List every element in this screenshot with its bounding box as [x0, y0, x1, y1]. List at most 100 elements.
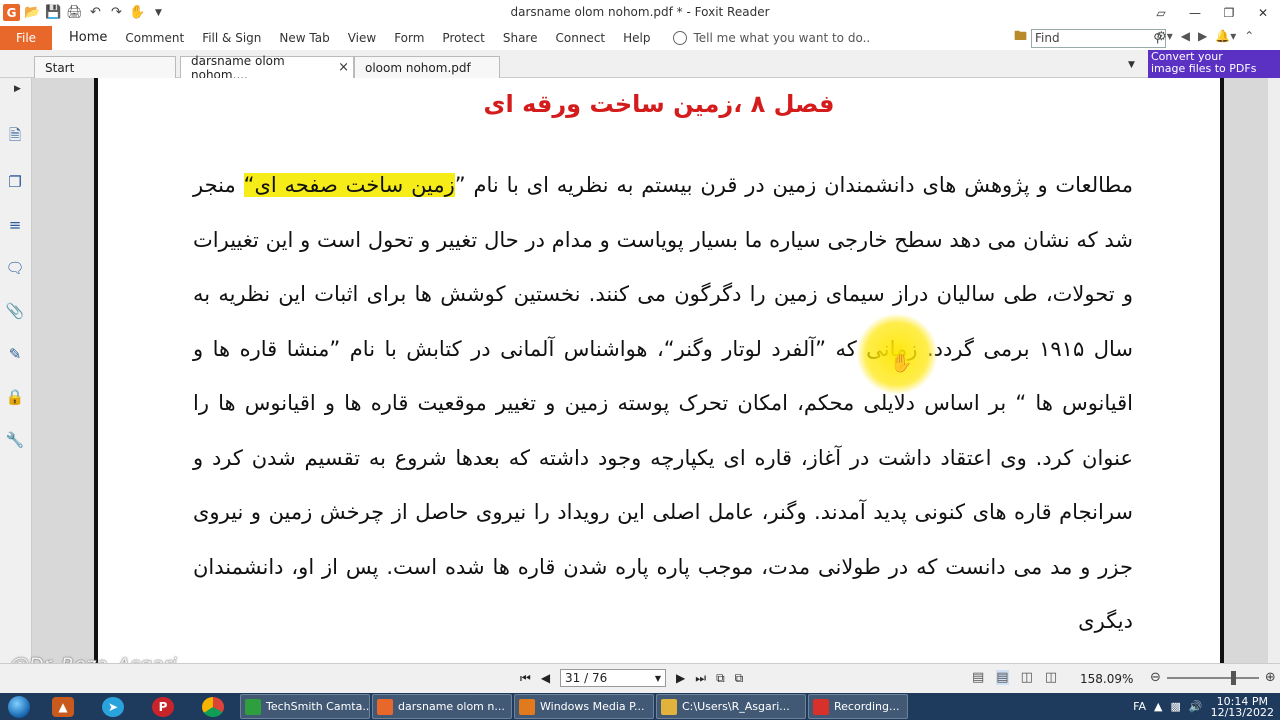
page-thumbnails-icon[interactable]: ❐ — [4, 171, 26, 193]
language-indicator[interactable]: FA — [1133, 700, 1146, 713]
matlab-icon: ▲ — [52, 696, 74, 717]
tab-home[interactable]: Home — [60, 25, 116, 50]
print-icon[interactable]: 🖨 — [66, 4, 83, 21]
page-dropdown-icon[interactable]: ▼ — [655, 674, 661, 683]
next-view-icon[interactable]: ⧉ — [735, 671, 744, 686]
undo-icon[interactable]: ↶ — [87, 4, 104, 21]
next-icon[interactable]: ▶ — [1198, 29, 1207, 43]
matlab-taskbar-icon[interactable]: ▲ — [38, 693, 88, 720]
notification-bell-icon[interactable]: 🔔▾ — [1215, 29, 1236, 43]
p-app-icon: P — [152, 696, 174, 717]
save-icon[interactable]: 💾 — [45, 4, 62, 21]
task-recording[interactable]: Recording... — [808, 694, 908, 719]
windows-orb-icon — [8, 695, 30, 718]
tab-view[interactable]: View — [339, 25, 385, 50]
lightbulb-icon — [673, 30, 688, 45]
chrome-taskbar-icon[interactable] — [188, 693, 238, 720]
zoom-level[interactable]: 158.09% — [1080, 672, 1133, 686]
layers-icon[interactable]: ≡ — [4, 214, 26, 236]
last-page-icon[interactable]: ⏭ — [695, 671, 706, 686]
tab-darsname-document[interactable]: darsname olom nohom.... × — [180, 54, 354, 82]
close-button[interactable]: ✕ — [1246, 0, 1280, 25]
tab-fill-sign[interactable]: Fill & Sign — [193, 25, 270, 50]
tab-connect[interactable]: Connect — [547, 25, 615, 50]
customize-dropdown-icon[interactable]: ▼ — [150, 4, 167, 21]
expand-sidebar-icon[interactable]: ▶ — [14, 84, 21, 94]
tab-comment[interactable]: Comment — [116, 25, 193, 50]
tab-form[interactable]: Form — [385, 25, 433, 50]
convert-promo-banner[interactable]: Convert your image files to PDFs — [1148, 50, 1280, 78]
tell-me-box[interactable]: Tell me what you want to do.. — [673, 30, 870, 45]
paragraph-start: مطالعات و پژوهش های دانشمندان زمین در قر… — [454, 173, 1133, 197]
hand-tool-icon[interactable]: ✋ — [129, 4, 146, 21]
file-menu-button[interactable]: File — [0, 25, 52, 50]
previous-page-icon[interactable]: ◀ — [541, 671, 550, 685]
continuous-view-icon[interactable]: ▤ — [996, 670, 1009, 685]
clock[interactable]: 10:14 PM 12/13/2022 — [1211, 696, 1274, 718]
ribbon-toggle-icon[interactable]: ▱ — [1144, 0, 1178, 25]
status-bar: ⏮ ◀ 31 / 76 ▼ ▶ ⏭ ⧉ ⧉ ▤ ▤ ◫ ◫ 158.09% ⊖ … — [0, 663, 1280, 693]
open-folder-icon[interactable]: 📂 — [24, 4, 41, 21]
zoom-slider[interactable] — [1166, 670, 1259, 685]
find-input[interactable]: Find ⚲ — [1031, 28, 1167, 48]
comments-panel-icon[interactable]: 🗨 — [4, 257, 26, 279]
bookmark-panel-icon[interactable]: 🗎 — [4, 126, 26, 148]
zoom-in-icon[interactable]: ⊕ — [1265, 670, 1276, 685]
recording-icon — [813, 698, 829, 715]
previous-view-icon[interactable]: ⧉ — [716, 671, 725, 686]
attachments-icon[interactable]: 📎 — [4, 300, 26, 322]
task-foxit-label: darsname olom n... — [398, 700, 505, 713]
first-page-icon[interactable]: ⏮ — [520, 671, 531, 686]
highlighted-term: زمین ساخت صفحه ای“ — [243, 173, 455, 197]
task-media-player[interactable]: Windows Media P... — [514, 694, 654, 719]
facing-view-icon[interactable]: ◫ — [1021, 670, 1033, 685]
settings-icon[interactable]: ⚙▾ — [1156, 29, 1173, 43]
task-foxit[interactable]: darsname olom n... — [372, 694, 512, 719]
tray-expand-icon[interactable]: ▲ — [1154, 700, 1162, 713]
tools-icon[interactable]: 🔧 — [4, 429, 26, 451]
tab-help[interactable]: Help — [614, 25, 659, 50]
ribbon-right-icons: ⚙▾ ◀ ▶ 🔔▾ ⌃ — [1156, 29, 1254, 43]
zoom-out-icon[interactable]: ⊖ — [1150, 670, 1161, 685]
tab-oloom-document[interactable]: oloom nohom.pdf — [354, 56, 500, 78]
start-button[interactable] — [0, 693, 38, 720]
continuous-facing-view-icon[interactable]: ◫ — [1045, 670, 1057, 685]
single-page-view-icon[interactable]: ▤ — [972, 670, 984, 685]
tab-protect[interactable]: Protect — [433, 25, 493, 50]
page-layout-buttons: ▤ ▤ ◫ ◫ — [972, 670, 1057, 685]
volume-icon[interactable]: 🔊 — [1189, 700, 1203, 713]
p-app-taskbar-icon[interactable]: P — [138, 693, 188, 720]
tab-start[interactable]: Start — [34, 56, 176, 78]
page-number-input[interactable]: 31 / 76 ▼ — [560, 669, 667, 687]
security-lock-icon[interactable]: 🔒 — [4, 386, 26, 408]
restore-button[interactable]: ❐ — [1212, 0, 1246, 25]
signature-panel-icon[interactable]: ✎ — [4, 343, 26, 365]
telegram-taskbar-icon[interactable]: ➤ — [88, 693, 138, 720]
tab-close-icon[interactable]: × — [338, 60, 349, 75]
minimize-button[interactable]: — — [1178, 0, 1212, 25]
redo-icon[interactable]: ↷ — [108, 4, 125, 21]
window-controls: ▱ — ❐ ✕ — [1144, 0, 1280, 25]
navigation-sidebar: ▶ 🗎 ❐ ≡ 🗨 📎 ✎ 🔒 🔧 — [0, 78, 32, 663]
zoom-slider-knob[interactable] — [1230, 670, 1236, 685]
tab-list-dropdown-icon[interactable]: ▼ — [1128, 60, 1135, 70]
collapse-ribbon-icon[interactable]: ⌃ — [1244, 29, 1254, 43]
folder-search-icon[interactable]: 🖿 — [1014, 27, 1027, 49]
network-icon[interactable]: ▩ — [1170, 700, 1180, 713]
zoom-controls: ⊖ ⊕ — [1150, 670, 1276, 685]
task-camtasia[interactable]: TechSmith Camta... — [240, 694, 370, 719]
hand-cursor-icon: ✋ — [890, 353, 913, 374]
tab-share[interactable]: Share — [494, 25, 547, 50]
clock-time: 10:14 PM — [1216, 694, 1268, 708]
windows-taskbar: ▲ ➤ P TechSmith Camta... darsname olom n… — [0, 693, 1280, 720]
next-page-icon[interactable]: ▶ — [676, 671, 685, 685]
document-viewport[interactable]: فصل ۸ ،زمین ساخت ورقه ای مطالعات و پژوهش… — [32, 78, 1280, 663]
tab-new-tab[interactable]: New Tab — [270, 25, 338, 50]
task-camtasia-label: TechSmith Camta... — [266, 700, 370, 713]
pdf-page: فصل ۸ ،زمین ساخت ورقه ای مطالعات و پژوهش… — [94, 78, 1224, 663]
task-explorer[interactable]: C:\Users\R_Asgari... — [656, 694, 806, 719]
find-placeholder: Find — [1035, 31, 1060, 45]
previous-icon[interactable]: ◀ — [1181, 29, 1190, 43]
foxit-logo-icon[interactable]: G — [3, 4, 20, 21]
vertical-scrollbar[interactable] — [1268, 78, 1280, 663]
